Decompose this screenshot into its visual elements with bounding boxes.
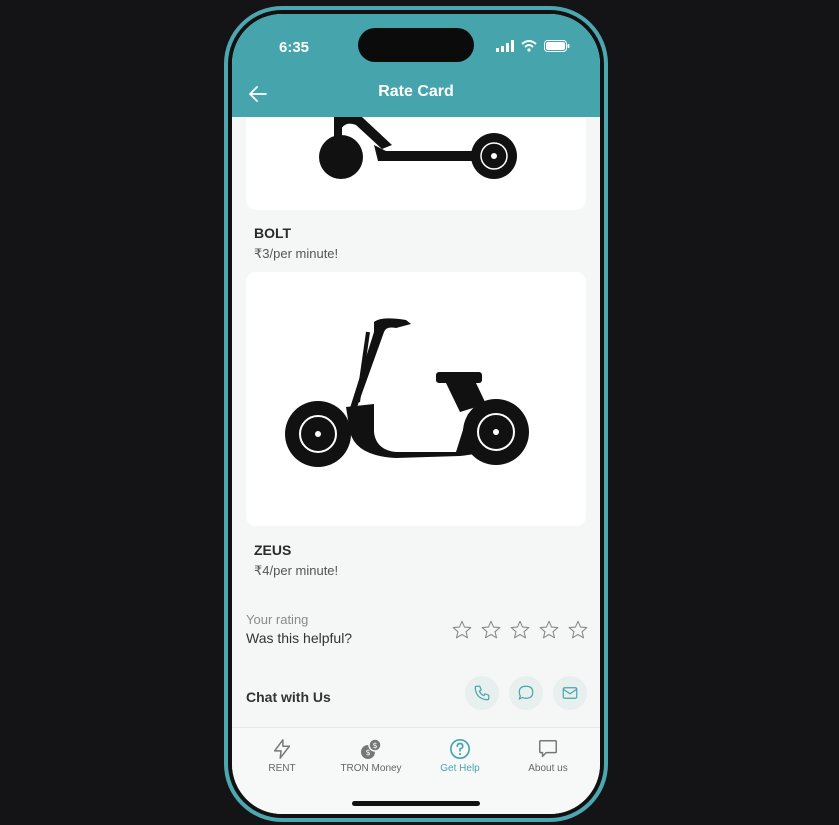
battery-icon (544, 40, 570, 52)
bottom-tab-bar: RENT $ $ TRON Money Get Help About us (232, 727, 600, 814)
tab-rent[interactable]: RENT (242, 738, 322, 774)
tab-about-us[interactable]: About us (508, 738, 588, 774)
star-icon[interactable] (480, 619, 502, 641)
vehicle-price: ₹3/per minute! (254, 246, 339, 261)
vehicle-name: BOLT (254, 225, 292, 241)
wifi-icon (521, 40, 537, 52)
lightning-icon (273, 739, 291, 759)
star-rating (451, 619, 589, 641)
status-time: 6:35 (279, 39, 310, 56)
call-button[interactable] (465, 676, 499, 710)
chat-actions (465, 676, 587, 710)
vehicle-price: ₹4/per minute! (254, 563, 339, 578)
home-indicator (352, 801, 480, 806)
star-icon[interactable] (451, 619, 473, 641)
app-header: 6:35 Rate Card (232, 14, 600, 117)
tab-label: RENT (268, 763, 296, 774)
star-icon[interactable] (509, 619, 531, 641)
phone-frame: 6:35 Rate Card BOLT ₹3/per minute! ZEUS … (224, 6, 608, 822)
mail-icon (562, 687, 578, 699)
message-button[interactable] (509, 676, 543, 710)
tab-get-help[interactable]: Get Help (420, 738, 500, 774)
status-icons (496, 40, 570, 52)
tab-tron-money[interactable]: $ $ TRON Money (331, 738, 411, 774)
coins-icon: $$ (361, 738, 382, 759)
chat-label: Chat with Us (246, 689, 331, 705)
star-icon[interactable] (567, 619, 589, 641)
cellular-signal-icon (496, 40, 514, 52)
phone-bezel: 6:35 Rate Card BOLT ₹3/per minute! ZEUS … (228, 10, 604, 818)
speech-bubble-icon (539, 740, 557, 758)
vehicle-name: ZEUS (254, 542, 292, 558)
chat-bubble-icon (518, 685, 534, 700)
electric-scooter-image (285, 318, 529, 467)
tab-label: Get Help (440, 763, 480, 774)
help-icon (450, 739, 470, 759)
page-title: Rate Card (378, 83, 454, 100)
phone-icon (474, 685, 490, 701)
star-icon[interactable] (538, 619, 560, 641)
email-button[interactable] (553, 676, 587, 710)
dynamic-island (358, 28, 474, 62)
tab-label: TRON Money (340, 763, 402, 774)
svg-text:$: $ (372, 741, 377, 750)
vehicle-card-bolt[interactable] (246, 117, 586, 210)
app-screen: 6:35 Rate Card BOLT ₹3/per minute! ZEUS … (232, 14, 600, 814)
kick-scooter-image (319, 117, 517, 179)
vehicle-card-zeus[interactable] (246, 272, 586, 526)
tab-label: About us (528, 763, 568, 774)
rating-label: Your rating (246, 612, 309, 627)
svg-text:$: $ (365, 748, 370, 757)
rating-question: Was this helpful? (246, 630, 353, 646)
